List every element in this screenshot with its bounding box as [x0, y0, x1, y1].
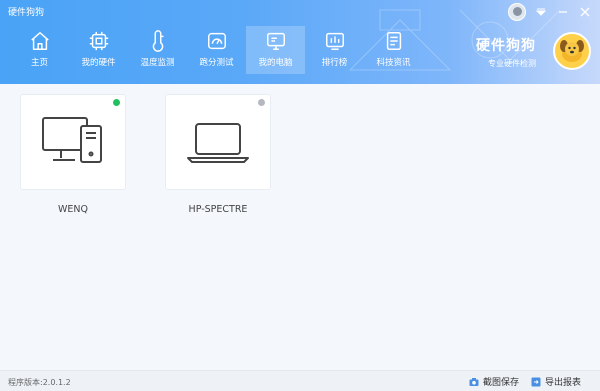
brand-name: 硬件狗狗 [476, 38, 536, 54]
device-name: WENQ [58, 204, 88, 215]
desktop-icon [42, 117, 102, 163]
nav-item-news[interactable]: 科技资讯 [364, 26, 423, 74]
nav-item-hardware[interactable]: 我的硬件 [69, 26, 128, 74]
nav-item-temperature[interactable]: 温度监测 [128, 26, 187, 74]
device-item[interactable]: WENQ [20, 94, 126, 215]
main-nav: 主页 我的硬件 温度监测 跑分测试 我的电脑 排行榜 科技资讯 [10, 26, 423, 74]
close-icon[interactable] [578, 5, 592, 19]
thermometer-icon [152, 30, 163, 52]
export-icon [531, 377, 541, 386]
nav-item-home[interactable]: 主页 [10, 26, 69, 74]
news-icon [386, 32, 401, 50]
nav-label: 排行榜 [321, 58, 348, 68]
chip-icon [89, 31, 108, 51]
bar-chart-icon [325, 32, 344, 50]
device-name: HP-SPECTRE [188, 204, 248, 215]
dog-logo-icon [553, 32, 591, 70]
monitor-icon [266, 32, 285, 50]
device-list-area: WENQ HP-SPECTRE [0, 84, 600, 370]
speedometer-icon [207, 32, 226, 50]
nav-item-ranking[interactable]: 排行榜 [305, 26, 364, 74]
brand-subtitle: 专业硬件检测 [488, 59, 536, 68]
nav-label: 我的硬件 [81, 58, 116, 68]
version-text: 程序版本:2.0.1.2 [8, 378, 71, 387]
export-report-button[interactable]: 导出报表 [531, 375, 581, 388]
nav-label: 科技资讯 [376, 58, 411, 68]
camera-icon [469, 377, 479, 386]
menu-dropdown-icon[interactable] [534, 5, 548, 19]
laptop-icon [187, 123, 249, 163]
device-card[interactable] [165, 94, 271, 190]
window-controls [508, 3, 592, 21]
status-bar: 程序版本:2.0.1.2 截图保存 导出报表 [0, 370, 600, 391]
app-title: 硬件狗狗 [8, 8, 45, 18]
home-icon [30, 32, 49, 50]
nav-item-benchmark[interactable]: 跑分测试 [187, 26, 246, 74]
user-avatar[interactable] [508, 3, 526, 21]
screenshot-button[interactable]: 截图保存 [469, 375, 519, 388]
screenshot-label: 截图保存 [483, 378, 520, 388]
brand-block: 硬件狗狗 专业硬件检测 [476, 35, 536, 69]
export-label: 导出报表 [545, 378, 582, 388]
nav-item-my-computer[interactable]: 我的电脑 [246, 26, 305, 74]
nav-label: 主页 [30, 58, 48, 68]
title-bar: 硬件狗狗 主页 我的硬件 温度监测 跑分测试 我的电脑 排行榜 科技资讯 硬件狗… [0, 0, 600, 84]
minimize-icon[interactable] [556, 5, 570, 19]
device-item[interactable]: HP-SPECTRE [165, 94, 271, 215]
nav-label: 我的电脑 [258, 58, 293, 68]
nav-label: 温度监测 [140, 58, 175, 68]
nav-label: 跑分测试 [199, 58, 234, 68]
device-card[interactable] [20, 94, 126, 190]
status-online-dot [113, 99, 120, 106]
status-offline-dot [258, 99, 265, 106]
